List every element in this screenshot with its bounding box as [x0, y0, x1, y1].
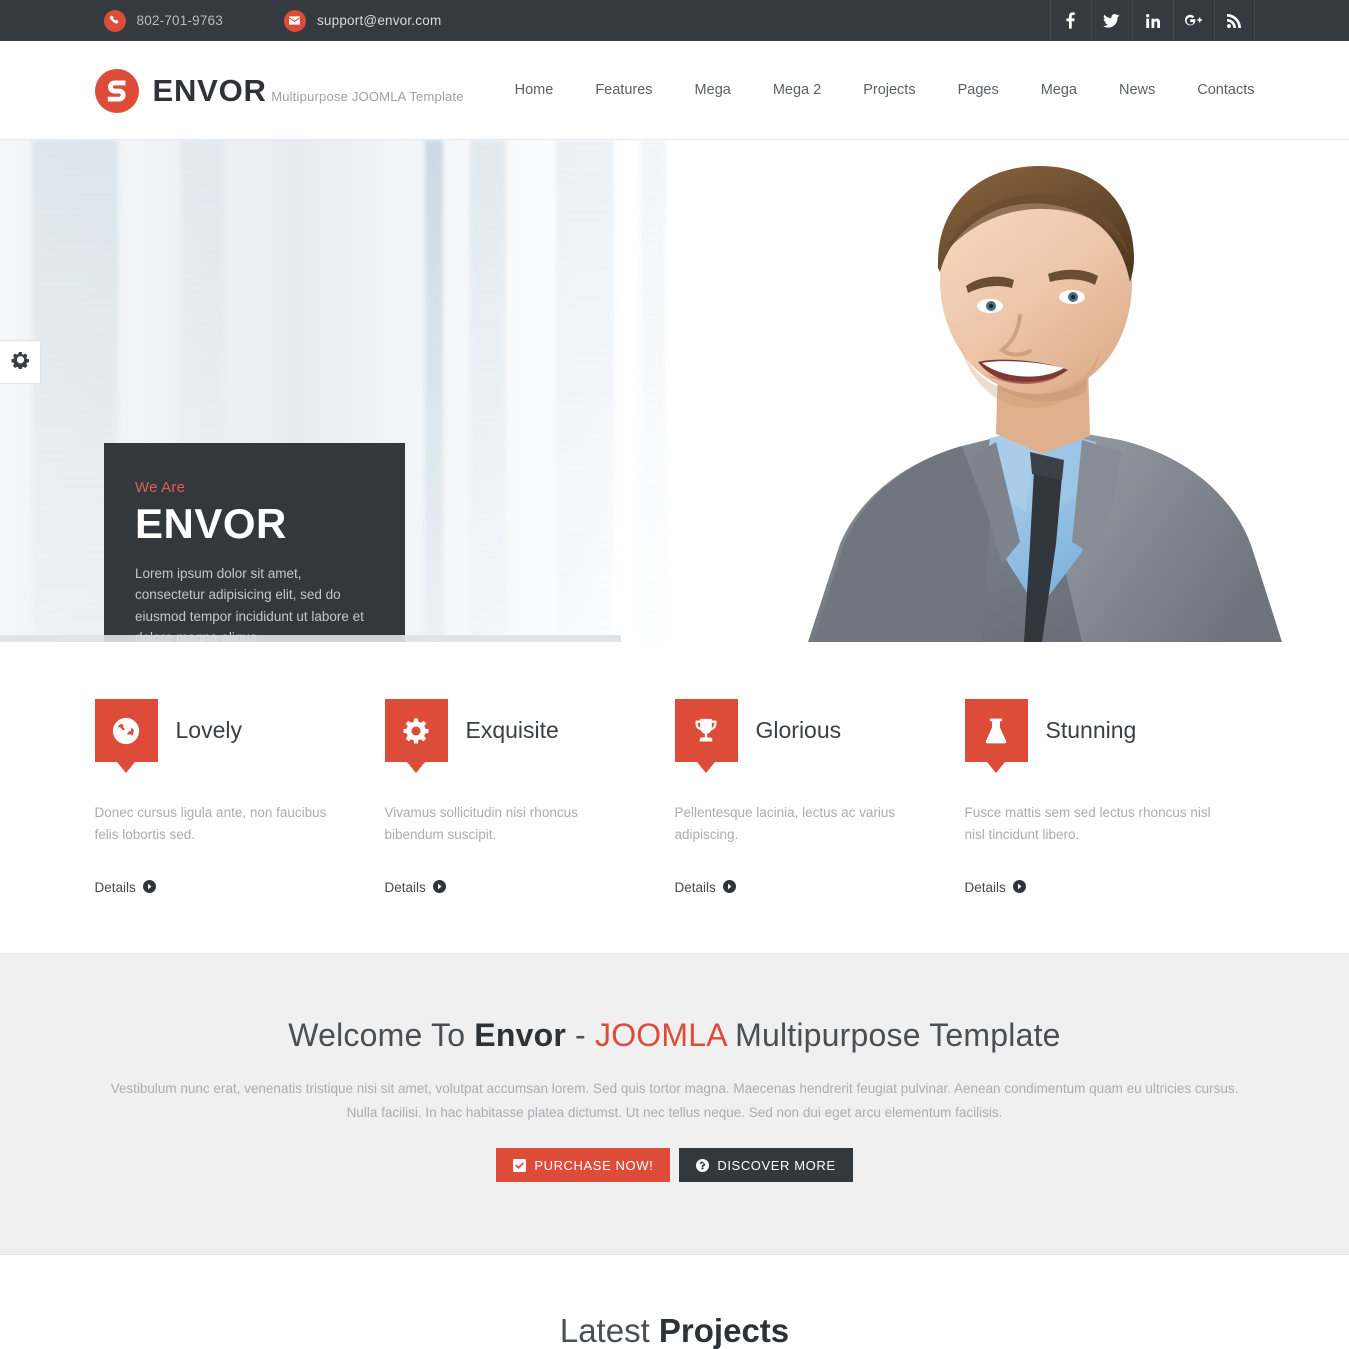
phone-number: 802-701-9763 — [136, 13, 223, 28]
nav-item-features[interactable]: Features — [574, 41, 673, 140]
feature-details-link[interactable]: Details — [94, 879, 156, 896]
discover-more-label: DISCOVER MORE — [717, 1157, 836, 1173]
feature-title[interactable]: Lovely — [176, 699, 242, 762]
feature-details-link[interactable]: Details — [964, 879, 1026, 896]
welcome-buttons: PURCHASE NOW! DISCOVER MORE — [95, 1148, 1255, 1183]
welcome-paragraph: Vestibulum nunc erat, venenatis tristiqu… — [110, 1081, 1239, 1120]
page-root: 802-701-9763 support@envor.com ENVOR Mul… — [0, 0, 1349, 1349]
feature-title[interactable]: Stunning — [1046, 699, 1137, 762]
arrow-circle-right-icon — [142, 879, 156, 896]
logo-title: ENVOR — [152, 73, 267, 108]
caption-title: ENVOR — [135, 500, 287, 547]
question-circle-icon — [696, 1158, 717, 1172]
facebook-icon[interactable] — [1049, 0, 1091, 41]
slider-caption: We Are ENVOR Lorem ipsum dolor sit amet,… — [104, 443, 405, 642]
main-navigation: Home Features Mega Mega 2 Projects Pages… — [494, 41, 1255, 140]
projects-title-bold: Projects — [658, 1312, 790, 1349]
feature-card-stunning: Stunning Fusce mattis sem sed lectus rho… — [964, 699, 1255, 897]
nav-item-news[interactable]: News — [1098, 41, 1176, 140]
nav-item-home[interactable]: Home — [494, 41, 575, 140]
envelope-icon — [283, 9, 306, 32]
top-bar: 802-701-9763 support@envor.com — [0, 0, 1349, 41]
hero-slider: We Are ENVOR Lorem ipsum dolor sit amet,… — [0, 140, 1349, 642]
welcome-title-sep: - — [565, 1017, 596, 1054]
gear-icon — [10, 350, 30, 374]
topbar-phone[interactable]: 802-701-9763 — [103, 0, 223, 41]
linkedin-icon[interactable] — [1131, 0, 1173, 41]
feature-description: Vivamus sollicitudin nisi rhoncus bibend… — [384, 805, 578, 842]
google-plus-icon[interactable] — [1172, 0, 1214, 41]
latest-projects-section: Latest Projects Nullam condimentum nibh … — [0, 1255, 1349, 1349]
caption-eyebrow: We Are — [135, 479, 186, 496]
phone-icon — [103, 9, 126, 32]
features-section: Lovely Donec cursus ligula ante, non fau… — [0, 642, 1349, 954]
settings-toggle-button[interactable] — [0, 340, 41, 384]
feature-details-label: Details — [964, 880, 1006, 896]
feature-card-lovely: Lovely Donec cursus ligula ante, non fau… — [94, 699, 385, 897]
feature-details-label: Details — [384, 880, 426, 896]
welcome-title-suffix: Multipurpose Template — [726, 1017, 1061, 1054]
feature-details-label: Details — [94, 880, 136, 896]
projects-title: Latest Projects — [0, 1312, 1349, 1349]
slider-progress-fill — [0, 635, 621, 642]
logo[interactable]: ENVOR Multipurpose JOOMLA Template — [94, 68, 464, 113]
gear-icon[interactable] — [384, 699, 448, 762]
email-address: support@envor.com — [316, 13, 442, 28]
slider-progress-bar[interactable] — [0, 635, 1349, 642]
welcome-title-highlight: JOOMLA — [595, 1017, 727, 1054]
welcome-title: Welcome To Envor - JOOMLA Multipurpose T… — [95, 1017, 1255, 1054]
feature-title[interactable]: Glorious — [756, 699, 842, 762]
nav-item-contacts[interactable]: Contacts — [1176, 41, 1254, 140]
feature-card-exquisite: Exquisite Vivamus sollicitudin nisi rhon… — [384, 699, 675, 897]
feature-details-label: Details — [674, 880, 716, 896]
feature-description: Fusce mattis sem sed lectus rhoncus nisl… — [964, 805, 1211, 842]
site-header: ENVOR Multipurpose JOOMLA Template Home … — [0, 41, 1349, 140]
feature-description: Donec cursus ligula ante, non faucibus f… — [94, 805, 327, 842]
welcome-title-brand: Envor — [474, 1017, 566, 1054]
welcome-title-prefix: Welcome To — [288, 1017, 475, 1054]
nav-item-projects[interactable]: Projects — [842, 41, 936, 140]
flask-icon[interactable] — [964, 699, 1028, 762]
purchase-now-button[interactable]: PURCHASE NOW! — [496, 1148, 671, 1183]
topbar-email[interactable]: support@envor.com — [283, 0, 442, 41]
discover-more-button[interactable]: DISCOVER MORE — [679, 1148, 853, 1183]
feature-title[interactable]: Exquisite — [466, 699, 559, 762]
purchase-now-label: PURCHASE NOW! — [534, 1157, 654, 1173]
globe-icon[interactable] — [94, 699, 158, 762]
feature-details-link[interactable]: Details — [674, 879, 736, 896]
businessman-photo — [690, 140, 1349, 642]
feature-details-link[interactable]: Details — [384, 879, 446, 896]
arrow-circle-right-icon — [722, 879, 736, 896]
feature-card-glorious: Glorious Pellentesque lacinia, lectus ac… — [674, 699, 965, 897]
arrow-circle-right-icon — [432, 879, 446, 896]
rss-icon[interactable] — [1213, 0, 1255, 41]
welcome-section: Welcome To Envor - JOOMLA Multipurpose T… — [0, 953, 1349, 1256]
nav-item-pages[interactable]: Pages — [937, 41, 1020, 140]
check-square-icon — [513, 1158, 534, 1172]
social-links — [1049, 0, 1255, 41]
trophy-icon[interactable] — [674, 699, 738, 762]
caption-body: Lorem ipsum dolor sit amet, consectetur … — [135, 566, 364, 642]
nav-item-mega-2[interactable]: Mega 2 — [752, 41, 842, 140]
nav-item-mega-3[interactable]: Mega — [1020, 41, 1098, 140]
logo-mark-icon — [94, 68, 139, 113]
projects-title-prefix: Latest — [559, 1312, 659, 1349]
twitter-icon[interactable] — [1090, 0, 1132, 41]
nav-item-mega[interactable]: Mega — [674, 41, 752, 140]
logo-tagline: Multipurpose JOOMLA Template — [271, 89, 464, 104]
arrow-circle-right-icon — [1012, 879, 1026, 896]
feature-description: Pellentesque lacinia, lectus ac varius a… — [674, 805, 896, 842]
